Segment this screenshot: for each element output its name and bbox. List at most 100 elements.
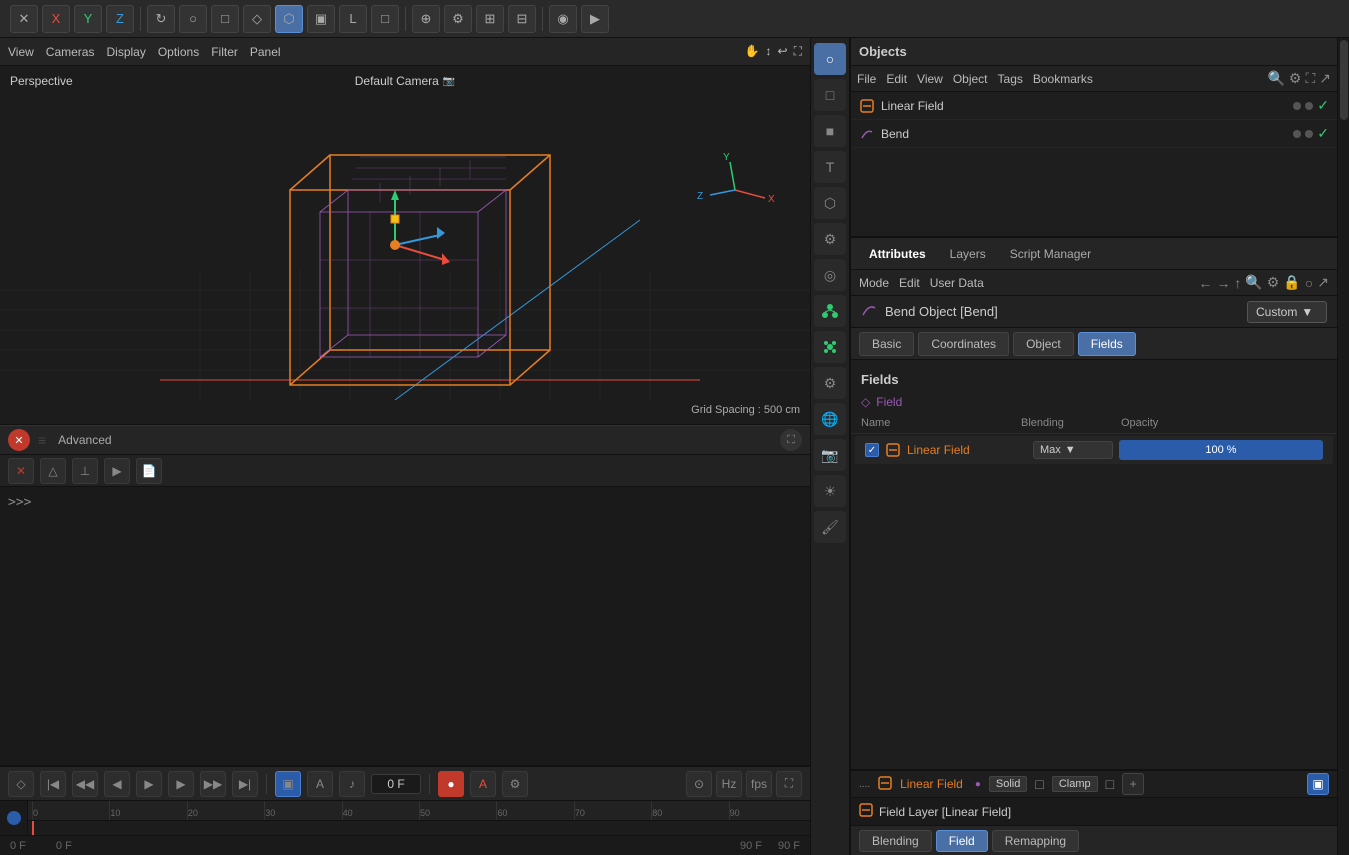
linear-field-check[interactable]: ✓: [1317, 97, 1329, 114]
viewport-menu-view[interactable]: View: [8, 45, 34, 59]
attr-menu-user-data[interactable]: User Data: [930, 276, 984, 290]
side-icon-solid[interactable]: ■: [814, 115, 846, 147]
attr-up-icon[interactable]: ↑: [1234, 275, 1241, 291]
tl-frame-counter[interactable]: 0 F: [371, 774, 421, 794]
console-triangle-button[interactable]: △: [40, 458, 66, 484]
field-layer-solid-tag[interactable]: Solid: [989, 776, 1027, 792]
y-axis-button[interactable]: Y: [74, 5, 102, 33]
attr-dropdown[interactable]: Custom ▼: [1247, 301, 1327, 323]
attr-expand-icon[interactable]: ↗: [1317, 274, 1329, 291]
field-layer-right-btn[interactable]: ▣: [1307, 773, 1329, 795]
timeline-frames[interactable]: [28, 821, 810, 835]
console-stop-button[interactable]: ✕: [8, 458, 34, 484]
fl-tab-blending[interactable]: Blending: [859, 830, 932, 852]
tl-next-key-button[interactable]: ▶▶: [200, 771, 226, 797]
objects-search-icon[interactable]: 🔍: [1267, 70, 1284, 87]
viewport-undo-icon[interactable]: ↩: [778, 44, 788, 59]
rotate-button[interactable]: ↻: [147, 5, 175, 33]
prop-tab-basic[interactable]: Basic: [859, 332, 914, 356]
side-icon-target[interactable]: ◎: [814, 259, 846, 291]
tl-hz-button[interactable]: Hz: [716, 771, 742, 797]
field-checkbox[interactable]: ✓: [865, 443, 879, 457]
scrollbar-thumb[interactable]: [1340, 40, 1348, 120]
side-icon-mode[interactable]: ○: [814, 43, 846, 75]
line-tool[interactable]: L: [339, 5, 367, 33]
viewport-menu-options[interactable]: Options: [158, 45, 199, 59]
objects-menu-edit[interactable]: Edit: [886, 72, 907, 86]
side-icon-node[interactable]: [814, 295, 846, 327]
tl-audio-button[interactable]: ♪: [339, 771, 365, 797]
tl-play-button[interactable]: ▶: [136, 771, 162, 797]
snap-tool[interactable]: ⊕: [412, 5, 440, 33]
z-axis-button[interactable]: Z: [106, 5, 134, 33]
grid-tool[interactable]: ▣: [307, 5, 335, 33]
viewport-fullscreen-icon[interactable]: ⛶: [794, 44, 802, 59]
tl-fps-button[interactable]: fps: [746, 771, 772, 797]
objects-expand-icon[interactable]: ⛶: [1305, 70, 1315, 87]
viewport-hand-icon[interactable]: ✋: [745, 44, 760, 59]
more-tool[interactable]: ▶: [581, 5, 609, 33]
viewport-menu-panel[interactable]: Panel: [250, 45, 281, 59]
side-icon-hex[interactable]: ⬡: [814, 187, 846, 219]
attr-settings-icon[interactable]: ⚙: [1267, 274, 1280, 291]
console-play-button[interactable]: ▶: [104, 458, 130, 484]
diamond-tool[interactable]: ◇: [243, 5, 271, 33]
circle-tool[interactable]: ○: [179, 5, 207, 33]
attr-search-icon[interactable]: 🔍: [1245, 274, 1262, 291]
attr-menu-edit[interactable]: Edit: [899, 276, 920, 290]
attr-menu-mode[interactable]: Mode: [859, 276, 889, 290]
tl-record-auto-button[interactable]: A: [470, 771, 496, 797]
object-row-linear-field[interactable]: Linear Field ✓: [851, 92, 1337, 120]
tl-record-button[interactable]: ●: [438, 771, 464, 797]
attr-circle-icon[interactable]: ○: [1305, 275, 1313, 291]
side-icon-globe[interactable]: 🌐: [814, 403, 846, 435]
field-opacity-bar[interactable]: 100 %: [1119, 440, 1323, 460]
viewport-menu-filter[interactable]: Filter: [211, 45, 238, 59]
square-tool[interactable]: □: [211, 5, 239, 33]
field-layer-add-icon[interactable]: +: [1122, 773, 1144, 795]
tl-skip-end-button[interactable]: ▶|: [232, 771, 258, 797]
viewport-menu-cameras[interactable]: Cameras: [46, 45, 95, 59]
attr-back-icon[interactable]: ←: [1198, 275, 1212, 291]
viewport-menu-display[interactable]: Display: [106, 45, 145, 59]
prop-tab-object[interactable]: Object: [1013, 332, 1074, 356]
settings-tool[interactable]: ⚙: [444, 5, 472, 33]
object-row-bend[interactable]: Bend ✓: [851, 120, 1337, 148]
tl-select-button[interactable]: ▣: [275, 771, 301, 797]
console-doc-button[interactable]: 📄: [136, 458, 162, 484]
box-tool[interactable]: □: [371, 5, 399, 33]
console-snap-button[interactable]: ⊥: [72, 458, 98, 484]
tl-next-frame-button[interactable]: ▶: [168, 771, 194, 797]
side-icon-gear2[interactable]: [814, 331, 846, 363]
prop-tab-fields[interactable]: Fields: [1078, 332, 1136, 356]
field-blend-dropdown[interactable]: Max ▼: [1033, 441, 1113, 459]
attr-lock-icon[interactable]: 🔒: [1283, 274, 1300, 291]
objects-external-icon[interactable]: ↗: [1319, 70, 1331, 87]
fl-tab-field[interactable]: Field: [936, 830, 988, 852]
eye-tool[interactable]: ◉: [549, 5, 577, 33]
objects-menu-file[interactable]: File: [857, 72, 876, 86]
tab-script-manager[interactable]: Script Manager: [1000, 243, 1101, 265]
side-icon-box[interactable]: □: [814, 79, 846, 111]
tl-diamond-button[interactable]: ◇: [8, 771, 34, 797]
side-icon-settings2[interactable]: ⚙: [814, 367, 846, 399]
prop-tab-coordinates[interactable]: Coordinates: [918, 332, 1009, 356]
objects-menu-view[interactable]: View: [917, 72, 943, 86]
side-icon-light[interactable]: ☀: [814, 475, 846, 507]
side-icon-brush[interactable]: 🖌: [814, 511, 846, 543]
grid-snap-tool[interactable]: ⊞: [476, 5, 504, 33]
attr-forward-icon[interactable]: →: [1216, 275, 1230, 291]
tl-key-button[interactable]: A: [307, 771, 333, 797]
tab-attributes[interactable]: Attributes: [859, 243, 936, 265]
objects-menu-tags[interactable]: Tags: [998, 72, 1023, 86]
right-scrollbar[interactable]: [1337, 38, 1349, 855]
console-close-button[interactable]: ✕: [8, 429, 30, 451]
objects-menu-bookmarks[interactable]: Bookmarks: [1033, 72, 1093, 86]
side-icon-gear[interactable]: ⚙: [814, 223, 846, 255]
close-button[interactable]: ✕: [10, 5, 38, 33]
objects-menu-object[interactable]: Object: [953, 72, 988, 86]
tl-settings-button[interactable]: ⚙: [502, 771, 528, 797]
fl-tab-remapping[interactable]: Remapping: [992, 830, 1079, 852]
tl-skip-start-button[interactable]: |◀: [40, 771, 66, 797]
tl-prev-frame-button[interactable]: ◀: [104, 771, 130, 797]
